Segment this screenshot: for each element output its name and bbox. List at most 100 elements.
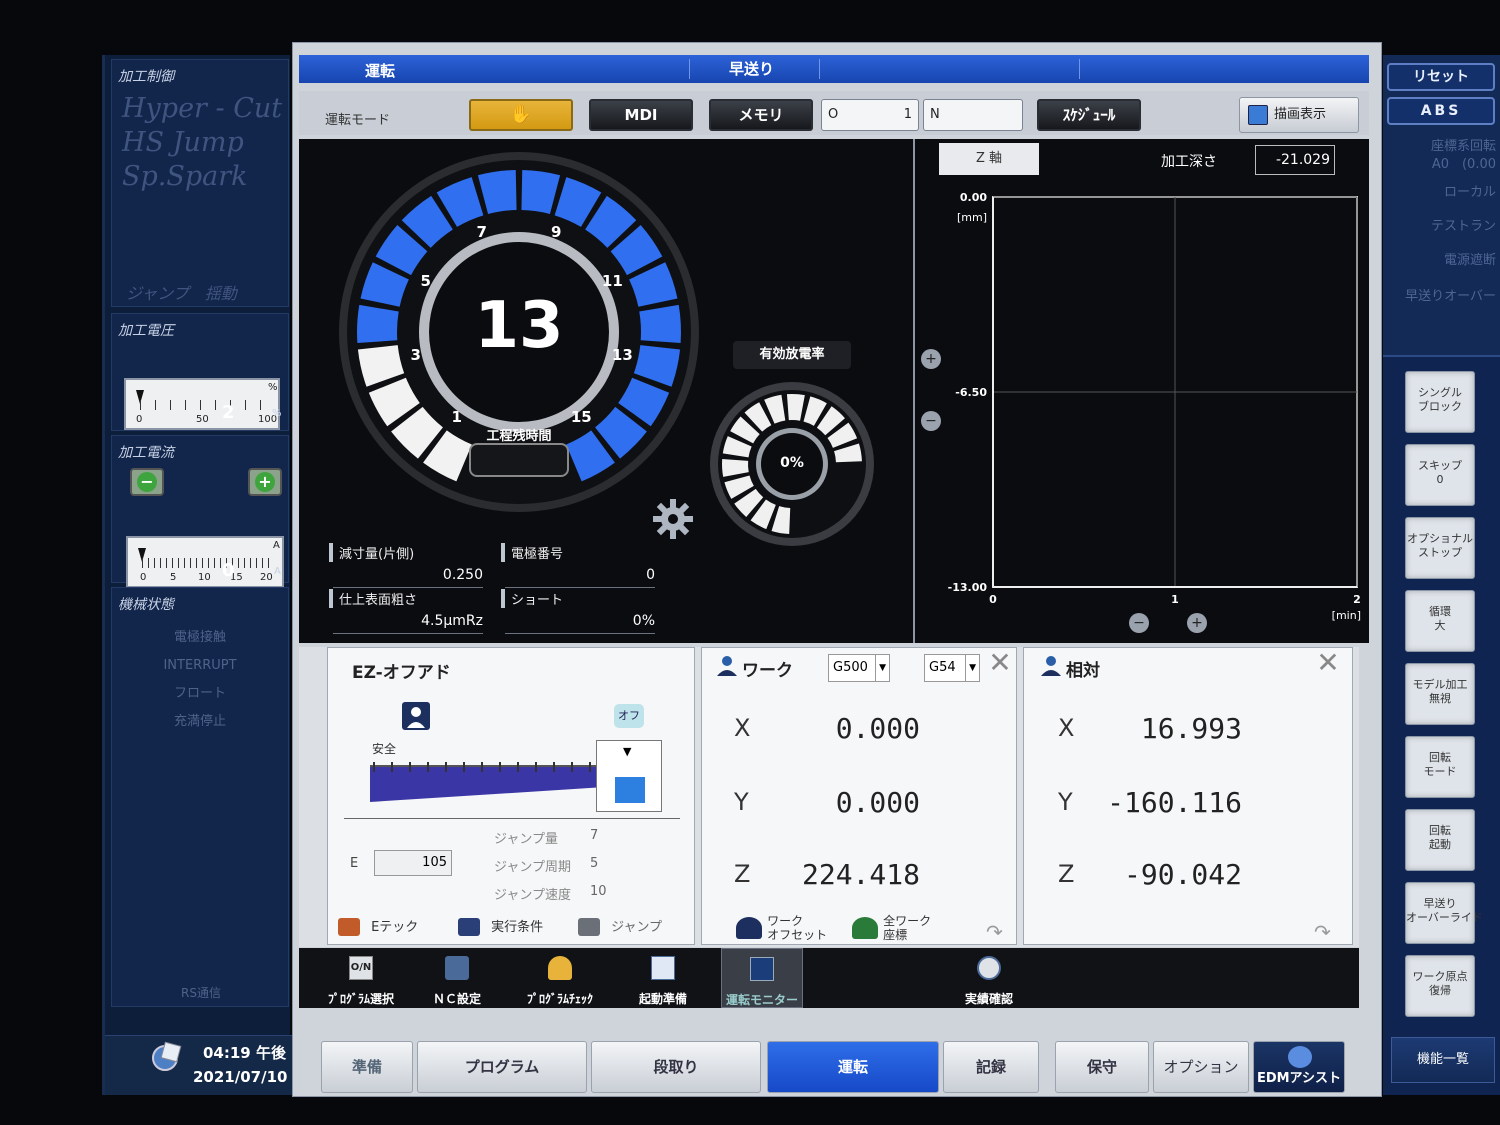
side-button[interactable]: 回転 起動: [1405, 809, 1475, 871]
nav-setup[interactable]: 段取り: [591, 1041, 761, 1093]
work-offset-value: G54: [929, 660, 956, 675]
state-electrode-contact: 電極接触: [173, 630, 226, 645]
help-icon: [1288, 1046, 1312, 1068]
tab-jump[interactable]: ジャンプ: [578, 916, 688, 936]
o-number-value: 1: [903, 107, 912, 122]
o-number-field[interactable]: O 1: [821, 99, 919, 131]
nav-program[interactable]: プログラム: [417, 1041, 587, 1093]
side-button[interactable]: オプショナル ストップ: [1405, 517, 1475, 579]
voltage-tick-50: 50: [196, 414, 209, 425]
current-title: 加工電流: [118, 445, 174, 461]
work-offset-select[interactable]: G54 ▼: [924, 654, 980, 682]
work-x-label: X: [734, 714, 751, 742]
manual-mode-button[interactable]: ✋: [469, 99, 573, 131]
ghost-a0: A0 (0.00: [1431, 157, 1496, 172]
fn-program-check[interactable]: ﾌﾟﾛｸﾞﾗﾑﾁｪｯｸ: [505, 948, 615, 1008]
plus-icon: +: [255, 472, 275, 492]
waveform-icon: [750, 957, 774, 981]
dial-segment: [357, 304, 399, 344]
abs-button[interactable]: ABS: [1387, 97, 1495, 125]
schedule-button[interactable]: ｽｹｼﾞｭｰﾙ: [1037, 99, 1141, 131]
tab-exec-conditions[interactable]: 実行条件: [458, 916, 568, 936]
zoom-in-y-icon[interactable]: +: [921, 349, 941, 369]
settings-gear-icon[interactable]: [651, 497, 695, 541]
tab-exec-conditions-label: 実行条件: [491, 920, 544, 935]
y-tick-label: -13.00: [948, 581, 988, 594]
nav-operation[interactable]: 運転: [767, 1041, 939, 1093]
off-toggle[interactable]: オフ: [614, 704, 644, 728]
function-list-button[interactable]: 機能一覧: [1391, 1037, 1495, 1083]
nav-prepare[interactable]: 準備: [321, 1041, 413, 1093]
zoom-out-x-icon[interactable]: −: [1129, 613, 1149, 633]
clock-date: 2021/07/10: [193, 1068, 288, 1086]
side-button[interactable]: モデル加工 無視: [1405, 663, 1475, 725]
fn-run-monitor[interactable]: 運転モニター: [721, 948, 803, 1008]
safe-label: 安全: [372, 742, 397, 756]
reset-button[interactable]: リセット: [1387, 63, 1495, 91]
nav-edm-assist[interactable]: EDMアシスト: [1253, 1041, 1345, 1093]
axis-tab-z[interactable]: Z 軸: [939, 143, 1039, 175]
close-icon[interactable]: ✕: [1314, 649, 1342, 678]
x-axis-label: [min]: [1332, 609, 1361, 622]
nav-maintenance[interactable]: 保守: [1055, 1041, 1149, 1093]
tab-work-offset[interactable]: ワーク オフセット: [736, 914, 856, 942]
y-tick-label: -6.50: [955, 386, 987, 399]
relative-x-value: 16.993: [1140, 712, 1242, 745]
n-number-field[interactable]: N: [923, 99, 1023, 131]
ghost-local: ローカル: [1443, 185, 1496, 200]
jump-cycle-value: 5: [590, 856, 599, 871]
tab-etech[interactable]: Eテック: [338, 916, 438, 936]
voltage-section: 加工電圧 0 50 100 % 2 %: [111, 313, 289, 431]
side-button[interactable]: 循環 大: [1405, 590, 1475, 652]
draw-display-button[interactable]: 描画表示: [1239, 97, 1359, 133]
mdi-mode-button[interactable]: MDI: [589, 99, 693, 131]
tab-etech-label: Eテック: [371, 920, 419, 935]
control-section: 加工制御 Hyper - Cut HS Jump Sp.Spark ジャンプ 揺…: [111, 59, 289, 307]
jump-icon: [578, 917, 600, 936]
relative-x-label: X: [1058, 714, 1075, 742]
fn-program-check-label: ﾌﾟﾛｸﾞﾗﾑﾁｪｯｸ: [526, 992, 593, 1006]
work-z-value: 224.418: [801, 858, 920, 891]
current-decrease-button[interactable]: −: [130, 468, 164, 496]
nav-option[interactable]: オプション: [1153, 1041, 1249, 1093]
side-button[interactable]: スキップ 0: [1405, 444, 1475, 506]
fn-start-prep[interactable]: 起動準備: [615, 948, 711, 1008]
e-value-field[interactable]: 105: [374, 850, 452, 876]
current-increase-button[interactable]: +: [248, 468, 282, 496]
ghost-hsjump: HS Jump: [122, 127, 244, 158]
finish-roughness-label: 仕上表面粗さ: [329, 589, 417, 608]
fn-program-select[interactable]: O/N ﾌﾟﾛｸﾞﾗﾑ選択: [313, 948, 409, 1008]
dial-number: 1: [451, 407, 462, 426]
switch-arrow-icon[interactable]: ↷: [986, 920, 1003, 944]
current-unit-top: A: [273, 540, 280, 551]
state-fill-stop: 充満停止: [173, 714, 226, 729]
fn-nc-settings[interactable]: ＮＣ設定: [409, 948, 505, 1008]
left-status-panel: 加工制御 Hyper - Cut HS Jump Sp.Spark ジャンプ 揺…: [102, 55, 293, 1095]
y-axis-label: [mm]: [957, 211, 987, 224]
switch-arrow-icon[interactable]: ↷: [1314, 920, 1331, 944]
jump-speed-value: 10: [590, 884, 607, 899]
jump-speed-label: ジャンプ速度: [494, 888, 571, 903]
close-icon[interactable]: ✕: [986, 649, 1014, 678]
work-y-value: 0.000: [835, 786, 920, 819]
side-button[interactable]: 回転 モード: [1405, 736, 1475, 798]
monitor-area: 13 1 3 5 7 9 11 13 15 工程残時間 有効放電率 0% 減寸量(片側) 0.…: [299, 139, 1369, 643]
work-system-select[interactable]: G500 ▼: [828, 654, 890, 682]
side-button[interactable]: シングル ブロック: [1405, 371, 1475, 433]
voltage-ticks: [140, 400, 268, 410]
current-gauge: 0 5 10 15 20 A: [126, 536, 284, 588]
memory-mode-button[interactable]: メモリ: [709, 99, 813, 131]
ghost-coord-rotate: 座標系回転: [1430, 139, 1496, 154]
side-button[interactable]: 早送り オーバーライド: [1405, 882, 1483, 944]
tab-all-work-coords[interactable]: 全ワーク 座標: [852, 914, 962, 942]
dial-number: 9: [551, 222, 562, 241]
fn-results[interactable]: 実績確認: [939, 948, 1039, 1008]
side-button[interactable]: ワーク原点 復帰: [1405, 955, 1475, 1017]
finish-roughness-value: 4.5μmRz: [421, 613, 483, 629]
zoom-in-x-icon[interactable]: +: [1187, 613, 1207, 633]
nav-record[interactable]: 記録: [943, 1041, 1039, 1093]
dial-number: 5: [420, 271, 431, 290]
fn-results-label: 実績確認: [964, 992, 1013, 1006]
zoom-out-y-icon[interactable]: −: [921, 411, 941, 431]
main-window: 運転 早送り 運転モード ✋ MDI メモリ O 1 N ｽｹｼﾞｭｰﾙ 描画表: [292, 42, 1382, 1097]
